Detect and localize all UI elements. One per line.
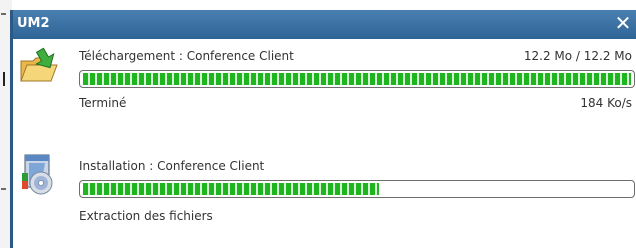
installer-disc-icon bbox=[22, 154, 53, 195]
background-fragment bbox=[1, 188, 6, 190]
background-fragment bbox=[1, 13, 6, 15]
install-status: Extraction des fichiers bbox=[79, 209, 213, 223]
close-button[interactable]: ✕ bbox=[613, 12, 633, 34]
download-label: Téléchargement : Conference Client bbox=[79, 49, 294, 63]
window-title: UM2 bbox=[17, 16, 50, 31]
install-label: Installation : Conference Client bbox=[79, 159, 265, 173]
install-progress-fill bbox=[83, 183, 379, 195]
background-fragment bbox=[3, 72, 5, 86]
download-speed: 184 Ko/s bbox=[580, 96, 632, 110]
folder-download-icon bbox=[20, 47, 58, 82]
install-progress-bar bbox=[79, 180, 635, 198]
progress-dialog: UM2 ✕ Téléchargement : Conference Client… bbox=[10, 10, 636, 248]
install-section: Installation : Conference Client Extract… bbox=[13, 137, 636, 248]
title-bar: UM2 ✕ bbox=[13, 10, 636, 39]
download-size: 12.2 Mo / 12.2 Mo bbox=[523, 49, 632, 63]
download-progress-bar bbox=[79, 70, 635, 88]
download-status: Terminé bbox=[79, 96, 127, 110]
download-section: Téléchargement : Conference Client 12.2 … bbox=[13, 39, 636, 137]
download-progress-fill bbox=[83, 73, 631, 85]
